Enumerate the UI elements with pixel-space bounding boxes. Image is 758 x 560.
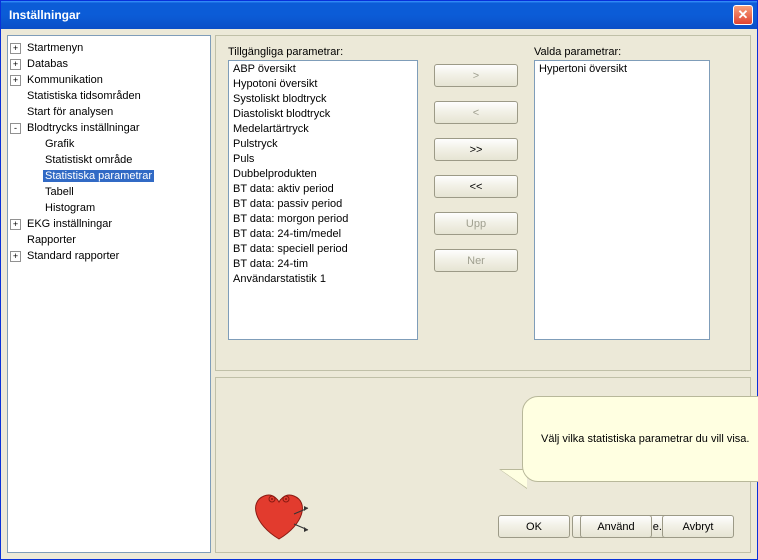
tree-item-label[interactable]: Startmenyn xyxy=(25,42,85,54)
tree-item-label[interactable]: Statistiskt område xyxy=(43,154,134,166)
tree-item[interactable]: -Blodtrycks inställningar xyxy=(10,120,208,136)
tree-item[interactable]: + Databas xyxy=(10,56,208,72)
list-item[interactable]: Pulstryck xyxy=(233,138,413,153)
titlebar: Inställningar ✕ xyxy=(1,1,757,29)
remove-all-button[interactable]: << xyxy=(434,175,518,198)
dialog-buttons: OK Använd Avbryt xyxy=(498,515,734,538)
client-area: + Startmenyn + Databas + Kommunikation Statist… xyxy=(1,29,757,559)
close-icon: ✕ xyxy=(738,7,749,23)
expand-icon[interactable]: + xyxy=(10,59,21,70)
list-item[interactable]: Hypertoni översikt xyxy=(539,63,705,78)
list-item[interactable]: BT data: aktiv period xyxy=(233,183,413,198)
selected-column: Valda parametrar: Hypertoni översikt xyxy=(534,46,710,360)
tree-item[interactable]: Histogram xyxy=(10,200,208,216)
tree-item-label[interactable]: Rapporter xyxy=(25,234,78,246)
heart-icon xyxy=(244,484,314,544)
tree-item-label[interactable]: Kommunikation xyxy=(25,74,105,86)
help-panel: Välj vilka statistiska parametrar du vil… xyxy=(215,377,751,553)
tree-item-label[interactable]: Tabell xyxy=(43,186,76,198)
expand-icon[interactable]: + xyxy=(10,43,21,54)
tree-item[interactable]: + Startmenyn xyxy=(10,40,208,56)
tree-item[interactable]: Statistiska parametrar xyxy=(10,168,208,184)
list-item[interactable]: Systoliskt blodtryck xyxy=(233,93,413,108)
tree-item[interactable]: + Standard rapporter xyxy=(10,248,208,264)
list-item[interactable]: BT data: 24-tim/medel xyxy=(233,228,413,243)
list-item[interactable]: BT data: morgon period xyxy=(233,213,413,228)
tree-item-label[interactable]: Databas xyxy=(25,58,70,70)
tree-item-label[interactable]: Statistiska tidsområden xyxy=(25,90,143,102)
available-column: Tillgängliga parametrar: ABP översiktHyp… xyxy=(228,46,418,360)
available-listbox[interactable]: ABP översiktHypotoni översiktSystoliskt … xyxy=(228,60,418,340)
tree-item[interactable]: Start för analysen xyxy=(10,104,208,120)
params-panel: Tillgängliga parametrar: ABP översiktHyp… xyxy=(215,35,751,371)
cancel-button[interactable]: Avbryt xyxy=(662,515,734,538)
expand-icon[interactable]: + xyxy=(10,219,21,230)
expand-icon[interactable]: + xyxy=(10,251,21,262)
tree-item-label[interactable]: Standard rapporter xyxy=(25,250,121,262)
tree-item[interactable]: Statistiskt område xyxy=(10,152,208,168)
expand-icon[interactable]: + xyxy=(10,75,21,86)
tree-item-label[interactable]: Start för analysen xyxy=(25,106,115,118)
ok-button[interactable]: OK xyxy=(498,515,570,538)
tree-item[interactable]: + EKG inställningar xyxy=(10,216,208,232)
add-all-button[interactable]: >> xyxy=(434,138,518,161)
list-item[interactable]: Användarstatistik 1 xyxy=(233,273,413,288)
available-label: Tillgängliga parametrar: xyxy=(228,46,418,58)
list-item[interactable]: Puls xyxy=(233,153,413,168)
move-up-button[interactable]: Upp xyxy=(434,212,518,235)
move-down-button[interactable]: Ner xyxy=(434,249,518,272)
close-button[interactable]: ✕ xyxy=(733,5,753,25)
tree-item-label[interactable]: EKG inställningar xyxy=(25,218,114,230)
remove-button[interactable]: < xyxy=(434,101,518,124)
list-item[interactable]: Diastoliskt blodtryck xyxy=(233,108,413,123)
tree-item[interactable]: Grafik xyxy=(10,136,208,152)
list-item[interactable]: BT data: speciell period xyxy=(233,243,413,258)
selected-listbox[interactable]: Hypertoni översikt xyxy=(534,60,710,340)
speech-bubble: Välj vilka statistiska parametrar du vil… xyxy=(522,396,758,482)
right-pane: Tillgängliga parametrar: ABP översiktHyp… xyxy=(215,35,751,553)
help-text: Välj vilka statistiska parametrar du vil… xyxy=(541,433,749,445)
add-button[interactable]: > xyxy=(434,64,518,87)
apply-button[interactable]: Använd xyxy=(580,515,652,538)
tree-item-label[interactable]: Statistiska parametrar xyxy=(43,170,154,182)
settings-window: Inställningar ✕ + Startmenyn + Databas + Komm… xyxy=(0,0,758,560)
window-title: Inställningar xyxy=(9,8,80,22)
tree-item[interactable]: + Kommunikation xyxy=(10,72,208,88)
tree-item[interactable]: Tabell xyxy=(10,184,208,200)
list-item[interactable]: Dubbelprodukten xyxy=(233,168,413,183)
tree-item[interactable]: Rapporter xyxy=(10,232,208,248)
list-item[interactable]: BT data: 24-tim xyxy=(233,258,413,273)
collapse-icon[interactable]: - xyxy=(10,123,21,134)
list-item[interactable]: ABP översikt xyxy=(233,63,413,78)
tree-item[interactable]: Statistiska tidsområden xyxy=(10,88,208,104)
tree-item-label[interactable]: Blodtrycks inställningar xyxy=(25,122,142,134)
list-item[interactable]: BT data: passiv period xyxy=(233,198,413,213)
transfer-buttons: > < >> << Upp Ner xyxy=(428,46,524,360)
tree-item-label[interactable]: Histogram xyxy=(43,202,97,214)
selected-label: Valda parametrar: xyxy=(534,46,710,58)
nav-tree[interactable]: + Startmenyn + Databas + Kommunikation Statist… xyxy=(7,35,211,553)
tree-item-label[interactable]: Grafik xyxy=(43,138,76,150)
list-item[interactable]: Medelartärtryck xyxy=(233,123,413,138)
list-item[interactable]: Hypotoni översikt xyxy=(233,78,413,93)
